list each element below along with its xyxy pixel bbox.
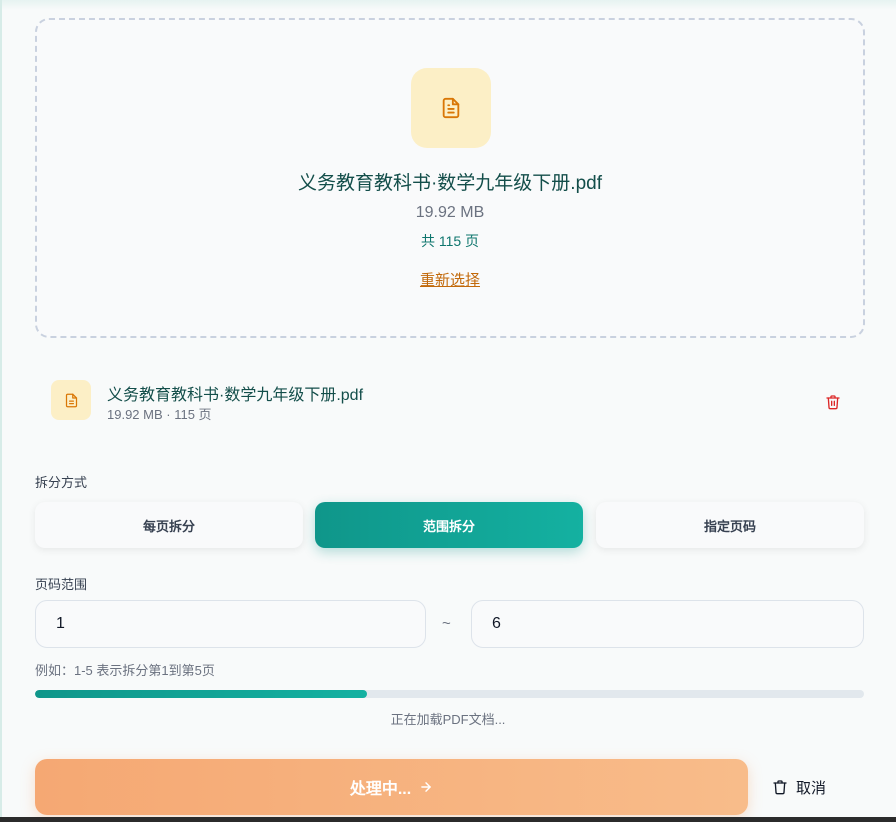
upload-dropzone[interactable]: 义务教育教科书·数学九年级下册.pdf 19.92 MB 共 115 页 重新选… [35,18,865,338]
cancel-button-label: 取消 [796,779,827,797]
progress-status: 正在加载PDF文档... [390,712,506,727]
file-text-icon [411,68,491,148]
split-mode-range[interactable]: 范围拆分 [315,502,583,548]
file-item-meta: 19.92 MB · 115 页 [107,407,212,422]
split-mode-specific-pages[interactable]: 指定页码 [596,502,864,548]
split-mode-every-page[interactable]: 每页拆分 [35,502,303,548]
left-edge [0,0,2,822]
process-button[interactable]: 处理中... [35,759,748,815]
range-separator: ~ [442,615,451,632]
progress-fill [35,690,367,698]
dropzone-file-size: 19.92 MB [415,204,485,221]
range-from-input[interactable] [35,600,426,648]
file-text-icon [51,380,91,420]
range-hint: 例如：1-5 表示拆分第1到第5页 [35,663,215,678]
trash-icon [826,395,840,410]
delete-file-button[interactable] [823,392,843,412]
reselect-link[interactable]: 重新选择 [37,269,863,290]
arrow-right-icon [421,782,431,792]
split-mode-label: 拆分方式 [35,475,88,490]
page-range-label: 页码范围 [35,577,88,592]
dropzone-file-name: 义务教育教科书·数学九年级下册.pdf [297,173,603,194]
trash-icon [773,780,787,795]
file-item-name: 义务教育教科书·数学九年级下册.pdf [107,387,364,404]
progress-bar [35,690,864,698]
range-to-input[interactable] [471,600,864,648]
dropzone-page-count: 共 115 页 [420,233,480,249]
bottom-bar [0,817,896,822]
top-glow [0,0,896,10]
file-list-item: 义务教育教科书·数学九年级下册.pdf 19.92 MB · 115 页 [35,366,861,436]
cancel-button[interactable]: 取消 [772,772,826,802]
process-button-label: 处理中... [349,781,412,798]
